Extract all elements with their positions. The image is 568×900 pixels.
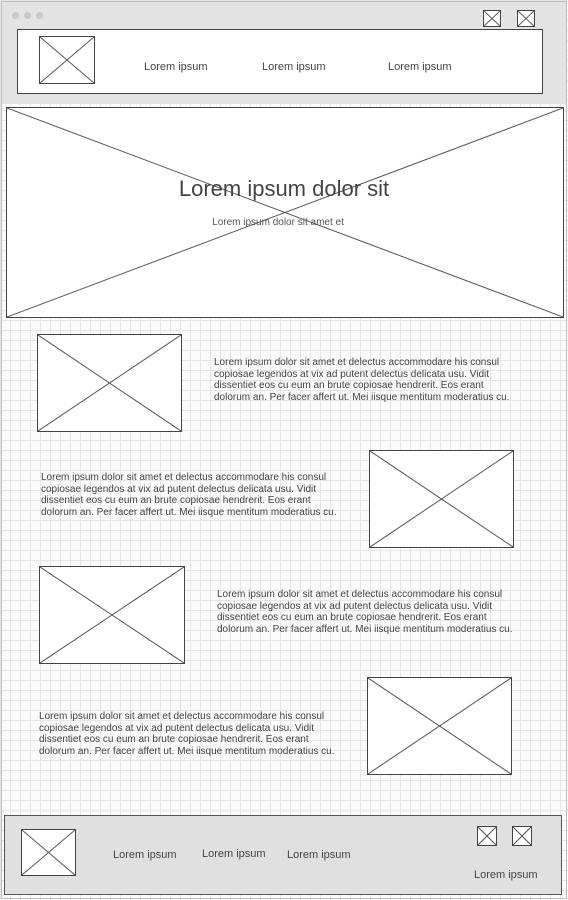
image-placeholder-icon: [40, 37, 94, 83]
header-icon-placeholder-2[interactable]: [517, 10, 535, 27]
header-icon-placeholder-1[interactable]: [483, 10, 501, 27]
image-placeholder-icon: [518, 11, 534, 26]
footer-icon-placeholder-1[interactable]: [477, 826, 497, 846]
footer-bottom-link[interactable]: Lorem ipsum: [474, 869, 538, 881]
content-image-placeholder-2: [369, 450, 514, 548]
hero-subtitle: Lorem ipsum dolor sit amet et: [212, 217, 344, 228]
content-paragraph-3: Lorem ipsum dolor sit amet et delectus a…: [217, 589, 513, 636]
window-dot-icon[interactable]: [24, 12, 31, 19]
window-dot-icon[interactable]: [12, 12, 19, 19]
footer-link-2[interactable]: Lorem ipsum: [202, 848, 266, 860]
image-placeholder-icon: [38, 335, 181, 431]
image-placeholder-icon: [40, 567, 184, 663]
image-placeholder-icon: [7, 108, 563, 317]
image-placeholder-icon: [370, 451, 513, 547]
content-paragraph-2: Lorem ipsum dolor sit amet et delectus a…: [41, 472, 337, 519]
window-dot-icon[interactable]: [36, 12, 43, 19]
image-placeholder-icon: [513, 827, 531, 845]
hero-image-placeholder: [6, 107, 564, 318]
content-image-placeholder-1: [37, 334, 182, 432]
nav-link-2[interactable]: Lorem ipsum: [262, 61, 326, 73]
image-placeholder-icon: [484, 11, 500, 26]
content-paragraph-1: Lorem ipsum dolor sit amet et delectus a…: [214, 357, 510, 404]
hero-title: Lorem ipsum dolor sit: [178, 176, 390, 201]
footer-icon-placeholder-2[interactable]: [512, 826, 532, 846]
content-image-placeholder-3: [39, 566, 185, 664]
footer-link-1[interactable]: Lorem ipsum: [113, 849, 177, 861]
nav-link-3[interactable]: Lorem ipsum: [388, 61, 452, 73]
footer-logo-placeholder[interactable]: [21, 829, 76, 876]
image-placeholder-icon: [368, 678, 511, 774]
content-image-placeholder-4: [367, 677, 512, 775]
image-placeholder-icon: [478, 827, 496, 845]
nav-link-1[interactable]: Lorem ipsum: [144, 61, 208, 73]
footer-link-3[interactable]: Lorem ipsum: [287, 849, 351, 861]
logo-placeholder[interactable]: [39, 36, 95, 84]
image-placeholder-icon: [22, 830, 75, 875]
content-paragraph-4: Lorem ipsum dolor sit amet et delectus a…: [39, 711, 335, 758]
